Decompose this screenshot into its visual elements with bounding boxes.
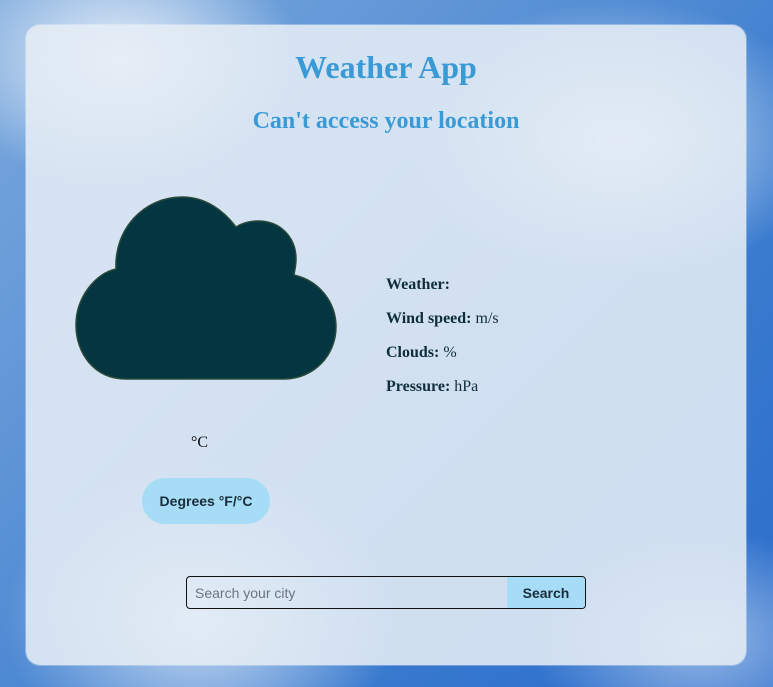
search-button[interactable]: Search — [507, 577, 585, 608]
location-status: Can't access your location — [252, 108, 520, 134]
cloud-icon — [75, 196, 337, 380]
weather-card: Weather App Can't access your location °… — [26, 25, 746, 665]
pressure-label: Pressure: — [386, 378, 451, 395]
detail-clouds: Clouds: % — [386, 344, 499, 378]
wind-speed-label: Wind speed: — [386, 310, 472, 327]
unit-toggle-button[interactable]: Degrees °F/°C — [142, 478, 270, 524]
clouds-label: Clouds: — [386, 344, 440, 361]
pressure-unit: hPa — [454, 378, 479, 395]
detail-weather: Weather: — [386, 276, 499, 310]
weather-label: Weather: — [386, 276, 450, 293]
wind-speed-unit: m/s — [475, 310, 499, 327]
city-search-input[interactable] — [187, 577, 507, 608]
weather-details: Weather: Wind speed: m/s Clouds: % Press… — [386, 276, 499, 412]
app-title: Weather App — [295, 49, 477, 85]
city-search-bar: Search — [186, 576, 586, 609]
clouds-unit: % — [443, 344, 457, 361]
detail-wind-speed: Wind speed: m/s — [386, 310, 499, 344]
detail-pressure: Pressure: hPa — [386, 378, 499, 412]
temperature-unit: °C — [191, 434, 209, 451]
